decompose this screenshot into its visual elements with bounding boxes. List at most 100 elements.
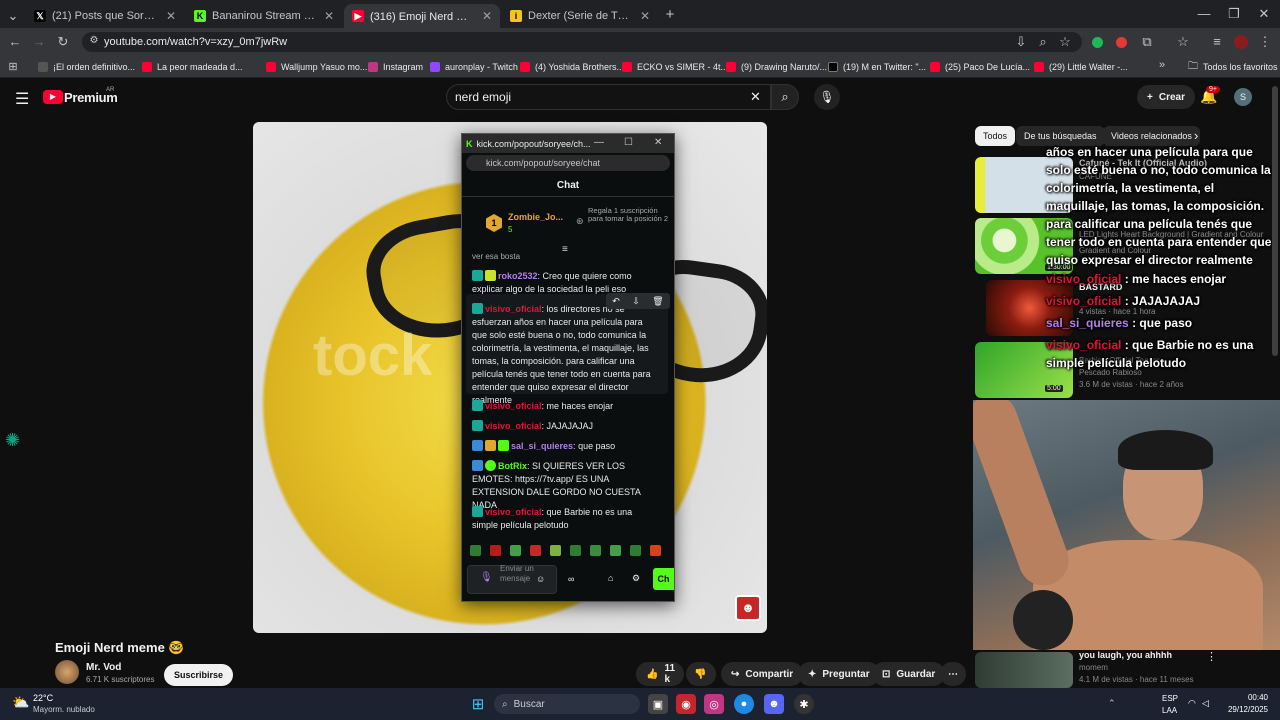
emoji-icon[interactable]: ☺ [536,574,545,584]
instagram-icon[interactable]: ◎ [704,694,724,714]
forward-icon[interactable]: → [32,34,46,49]
task-view-icon[interactable]: ▣ [648,694,668,714]
more-actions-button[interactable]: ⋯ [940,662,966,686]
minimize-icon[interactable]: — [1196,6,1212,21]
profile-avatar[interactable] [1234,35,1248,49]
emotes-icon[interactable]: ∞ [568,574,574,584]
more-options-icon[interactable]: ⋮ [1206,650,1217,663]
subscribe-button[interactable]: Suscribirse [164,664,234,686]
send-chat-button[interactable]: Ch [653,568,674,590]
taskbar-search[interactable]: ⌕ Buscar [494,694,640,714]
bookmark-item[interactable]: La peor madeada d... [142,58,243,76]
tab-1[interactable]: 𝕏 (21) Posts que Sorye (@EmiUva... ✕ [26,4,184,28]
chat-username[interactable]: visivo_oficial [485,507,542,517]
apps-icon[interactable]: ⊞ [6,60,20,73]
reply-icon[interactable]: ↶ [612,296,620,307]
ask-button[interactable]: ✦ Preguntar [798,662,880,686]
channel-name[interactable]: Mr. Vod [86,662,121,673]
top-gifter-name[interactable]: Zombie_Jo... [508,212,563,222]
language-code[interactable]: ESP [1162,694,1178,703]
extension-green-icon[interactable] [1092,37,1103,48]
tab-2[interactable]: K Bananirou Stream - Watch Live... ✕ [186,4,342,28]
store-icon[interactable]: ⌂ [608,573,613,583]
popup-close-icon[interactable]: ✕ [654,137,662,148]
chat-username[interactable]: roko2532 [498,271,538,281]
chat-username[interactable]: BotRix [498,461,527,471]
chat-username[interactable]: visivo_oficial [485,304,542,314]
delete-icon[interactable]: 🗑 [652,296,663,307]
search-input[interactable]: nerd emoji [446,84,771,110]
channel-watermark-icon[interactable]: ☻ [735,595,761,621]
search-button[interactable]: ⌕ [771,84,799,110]
extensions-icon[interactable]: ⧉ [1140,34,1154,50]
settings-icon[interactable]: ⚙ [632,573,640,584]
maximize-icon[interactable]: ❐ [1226,6,1242,22]
emote-icon[interactable] [570,545,581,556]
reading-list-icon[interactable]: ≡ [1210,34,1224,49]
voice-search-icon[interactable]: 🎙 [814,84,840,110]
weather-icon[interactable]: ⛅ [12,694,29,711]
discord-icon[interactable]: ☻ [764,694,784,714]
address-bar[interactable]: youtube.com/watch?v=xzy_0m7jwRw [82,32,1082,52]
youtube-logo-icon[interactable]: ▶ [43,90,63,104]
popup-maximize-icon[interactable]: ☐ [624,137,633,148]
hamburger-menu-icon[interactable]: ☰ [15,89,29,109]
chip-all[interactable]: Todos [975,126,1016,146]
tab-3-active[interactable]: ▶ (316) Emoji Nerd meme 🤓 - Y... ✕ [344,4,500,28]
bookmark-item[interactable]: (19) M en Twitter: "... [828,58,926,76]
chips-next-icon[interactable]: › [1194,128,1198,143]
bookmark-item[interactable]: Walljump Yasuo mo... [266,58,367,76]
all-bookmarks[interactable]: 🗀 Todos los favoritos [1188,58,1278,76]
bookmark-star-icon[interactable]: ☆ [1058,34,1072,50]
emote-icon[interactable] [650,545,661,556]
like-button[interactable]: 👍 11 k [636,662,684,686]
chat-username[interactable]: visivo_oficial [485,401,542,411]
bookmark-item[interactable]: (9) Drawing Naruto/... [726,58,827,76]
bookmark-item[interactable]: (29) Little Walter -... [1034,58,1128,76]
close-tab-icon[interactable]: ✕ [166,9,176,23]
popup-minimize-icon[interactable]: — [594,137,604,148]
close-tab-icon[interactable]: ✕ [640,9,650,23]
tab-4[interactable]: i Dexter (Serie de TV 2006–2013)... ✕ [502,4,658,28]
install-icon[interactable]: ⇩ [1014,34,1028,50]
emote-icon[interactable] [490,545,501,556]
more-bookmarks-icon[interactable]: » [1156,59,1168,71]
related-thumbnail[interactable] [975,652,1073,688]
zoom-icon[interactable]: ⌕ [1036,34,1050,50]
back-icon[interactable]: ← [8,34,22,49]
close-tab-icon[interactable]: ✕ [324,9,334,23]
reload-icon[interactable]: ↻ [56,34,70,50]
share-button[interactable]: ↪ Compartir [721,662,804,686]
emote-icon[interactable] [590,545,601,556]
mic-icon[interactable]: 🎙 [480,572,493,583]
emote-icon[interactable] [610,545,621,556]
emote-icon[interactable] [550,545,561,556]
windows-start-icon[interactable]: ⊞ [468,694,488,714]
menu-icon[interactable]: ⋮ [1258,34,1272,50]
app-red-icon[interactable]: ◉ [676,694,696,714]
channel-avatar[interactable] [55,660,79,684]
collapse-icon[interactable]: ≡ [562,244,568,255]
bookmark-item[interactable]: Instagram [368,58,423,76]
emote-icon[interactable] [530,545,541,556]
popup-url-bar[interactable]: kick.com/popout/soryee/chat [466,155,670,171]
favorites-icon[interactable]: ☆ [1176,34,1190,50]
emote-icon[interactable] [510,545,521,556]
related-title[interactable]: you laugh, you ahhhh [1079,650,1172,660]
chrome-icon[interactable]: ● [734,694,754,714]
chat-username[interactable]: sal_si_quieres [511,441,573,451]
clock-time[interactable]: 00:40 [1220,693,1268,702]
extension-red-icon[interactable] [1116,37,1127,48]
volume-icon[interactable]: ◁ [1202,698,1209,709]
bookmark-item[interactable]: (25) Paco De Lucía... [930,58,1030,76]
bookmark-item[interactable]: ECKO vs SIMER - 4t... [622,58,728,76]
bookmark-item[interactable]: (4) Yoshida Brothers... [520,58,624,76]
create-button[interactable]: + Crear [1137,85,1195,109]
tab-search-icon[interactable]: ⌄ [6,8,20,24]
site-info-icon[interactable]: ⚙ [88,35,100,46]
clear-search-icon[interactable]: ✕ [750,89,761,105]
close-tab-icon[interactable]: ✕ [482,9,492,23]
dislike-button[interactable]: 👎 [686,662,716,686]
chat-username[interactable]: visivo_oficial [485,421,542,431]
close-window-icon[interactable]: ✕ [1256,6,1272,22]
